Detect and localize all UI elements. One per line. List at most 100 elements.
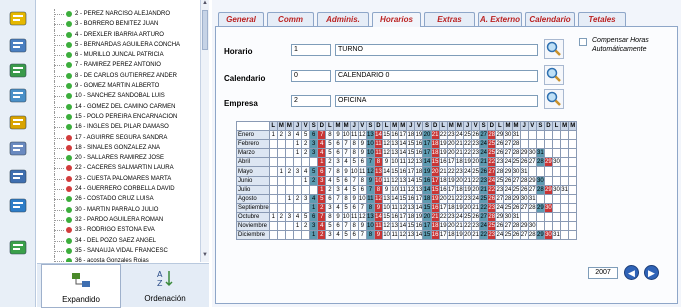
tab-calendario[interactable]: Calendario	[525, 12, 575, 26]
calendar-day-cell[interactable]: 31	[519, 166, 529, 177]
calendar-day-cell[interactable]: 5	[325, 139, 335, 150]
pencil-icon[interactable]	[6, 112, 30, 134]
calendar-day-cell[interactable]: 17	[446, 157, 456, 168]
calendar-day-cell[interactable]: 18	[438, 175, 448, 186]
calendar-day-cell[interactable]: 25	[495, 175, 505, 186]
calendar-day-cell[interactable]: 11	[390, 202, 400, 213]
calendar-day-cell[interactable]: 18	[406, 130, 416, 141]
calendar-day-cell[interactable]: 19	[414, 211, 424, 223]
calendar-day-cell[interactable]: 9	[349, 193, 359, 204]
horario-code-input[interactable]: 1	[291, 44, 331, 56]
calendar-day-cell[interactable]: 14	[406, 175, 416, 186]
calendar-day-cell[interactable]: 1	[309, 230, 319, 241]
calendar-day-cell[interactable]: 28	[495, 166, 505, 177]
tree-item[interactable]: 9 - GOMEZ MARTIN ALBERTO	[37, 81, 208, 92]
calendar-day-cell[interactable]: 20	[446, 139, 456, 150]
tree-item[interactable]: 20 - SALLARES RAMIREZ JOSE	[37, 153, 208, 164]
calendar-day-cell[interactable]: 5	[333, 175, 343, 186]
calendar-day-cell[interactable]: 30	[551, 157, 562, 168]
calendar-day-cell[interactable]: 22	[462, 148, 473, 159]
calendar-day-cell[interactable]: 10	[349, 166, 359, 177]
calendar-day-cell[interactable]: 21	[430, 211, 440, 223]
tree-item[interactable]: 30 - MARTIN PARRALO JULIO	[37, 204, 208, 215]
calendar-day-cell[interactable]: 20	[471, 157, 481, 168]
calendar-day-cell[interactable]: 7	[317, 211, 327, 223]
calendar-day-cell[interactable]: 8	[325, 211, 335, 223]
calendar-day-cell[interactable]: 10	[365, 139, 375, 150]
calendar-day-cell[interactable]: 31	[511, 211, 521, 223]
calendar-day-cell[interactable]: 1	[292, 221, 303, 232]
calendar-day-cell[interactable]: 3	[284, 130, 294, 141]
calendar-day-cell[interactable]: 4	[333, 230, 343, 241]
calendar-day-cell[interactable]: 20	[446, 148, 456, 159]
calendar-day-cell[interactable]: 24	[454, 211, 464, 223]
calendar-day-cell[interactable]: 16	[438, 157, 448, 168]
empresa-value-input[interactable]: OFICINA	[335, 95, 538, 107]
calendar-day-cell[interactable]: 20	[438, 193, 448, 204]
calendar-day-cell[interactable]: 30	[511, 166, 521, 177]
calendar-day-cell[interactable]: 26	[471, 211, 481, 223]
calendar-day-cell[interactable]: 10	[390, 157, 400, 168]
calendar-day-cell[interactable]: 5	[301, 211, 311, 223]
calendar-day-cell[interactable]: 16	[390, 130, 400, 141]
calendar-day-cell[interactable]: 3	[333, 157, 343, 168]
calendar-day-cell[interactable]: 13	[398, 175, 408, 186]
calendar-day-cell[interactable]: 21	[471, 202, 481, 213]
calendar-day-cell[interactable]: 14	[398, 139, 408, 150]
calendar-day-cell[interactable]: 11	[357, 166, 367, 177]
tree-item[interactable]: 15 - POLO PEREIRA ENCARNACION	[37, 111, 208, 123]
calendar-day-cell[interactable]: 1	[284, 193, 294, 204]
calendar-day-cell[interactable]: 20	[454, 175, 464, 186]
calendar-day-cell[interactable]: 10	[365, 221, 375, 232]
tree-item[interactable]: 22 - CACERES SALMARTIN LAURA	[37, 163, 208, 174]
calendar-day-cell[interactable]: 29	[543, 157, 553, 168]
calendar-day-cell[interactable]: 14	[398, 221, 408, 232]
tab-horarios[interactable]: Horarios	[372, 12, 421, 27]
calendar-day-cell[interactable]: 15	[422, 202, 432, 213]
calendar-day-cell[interactable]: 3	[317, 175, 327, 186]
calendar-day-cell[interactable]: 19	[430, 193, 440, 204]
calendar-day-cell[interactable]: 3	[325, 230, 335, 241]
calendar-day-cell[interactable]: 25	[511, 157, 521, 168]
calendar-day-cell[interactable]: 13	[406, 230, 416, 241]
calendar-day-cell[interactable]: 7	[325, 166, 335, 177]
calendar-day-cell[interactable]: 19	[446, 175, 456, 186]
calendar-day-cell[interactable]: 7	[317, 130, 327, 141]
calendar-day-cell[interactable]: 27	[479, 130, 489, 141]
scroll-up-arrow[interactable]: ▲	[201, 0, 209, 8]
calendar-day-cell[interactable]: 15	[381, 130, 392, 141]
calendar-day-cell[interactable]: 10	[341, 130, 351, 141]
calendar-day-cell[interactable]: 12	[406, 157, 416, 168]
calendar-day-cell[interactable]: 1	[309, 202, 319, 213]
calendar-day-cell[interactable]: 24	[487, 175, 497, 186]
calendar-day-cell[interactable]: 1	[292, 148, 303, 159]
calendar-day-cell[interactable]: 9	[357, 148, 367, 159]
calendar-day-cell[interactable]: 16	[414, 148, 424, 159]
calendar-day-cell[interactable]: 29	[519, 221, 529, 232]
next-year-button[interactable]: ▶	[644, 265, 659, 280]
calendar-day-cell[interactable]: 22	[471, 175, 481, 186]
calendar-day-cell[interactable]: 26	[503, 175, 513, 186]
calendar-day-cell[interactable]: 15	[398, 193, 408, 204]
calendar-day-cell[interactable]: 27	[495, 193, 505, 204]
calendar-day-cell[interactable]: 7	[341, 148, 351, 159]
calendar-day-cell[interactable]: 12	[398, 202, 408, 213]
calendar-day-cell[interactable]: 9	[373, 202, 384, 213]
calendar-day-cell[interactable]: 13	[414, 184, 424, 195]
calendar-day-cell[interactable]: 26	[511, 202, 521, 213]
tree-item[interactable]: 33 - RODRIGO ESTONA EVA	[37, 225, 208, 236]
calendar-day-cell[interactable]: 30	[503, 130, 513, 141]
calendar-day-cell[interactable]: 3	[284, 211, 294, 223]
calendar-day-cell[interactable]: 25	[487, 139, 497, 150]
calendar-day-cell[interactable]: 13	[390, 221, 400, 232]
calendar-day-cell[interactable]: 29	[519, 148, 529, 159]
calendar-day-cell[interactable]: 7	[365, 157, 375, 168]
calendar-day-cell[interactable]: 2	[276, 130, 286, 141]
calendar-day-cell[interactable]: 12	[381, 148, 392, 159]
calendar-day-cell[interactable]: 2	[301, 148, 311, 159]
calendar-day-cell[interactable]: 21	[438, 166, 448, 177]
tree-item[interactable]: 4 - DREXLER IBARRIA ARTURO	[37, 29, 208, 40]
calendar-day-cell[interactable]: 5	[301, 130, 311, 141]
calendar-day-cell[interactable]: 10	[373, 175, 384, 186]
calendar-day-cell[interactable]: 5	[349, 184, 359, 195]
